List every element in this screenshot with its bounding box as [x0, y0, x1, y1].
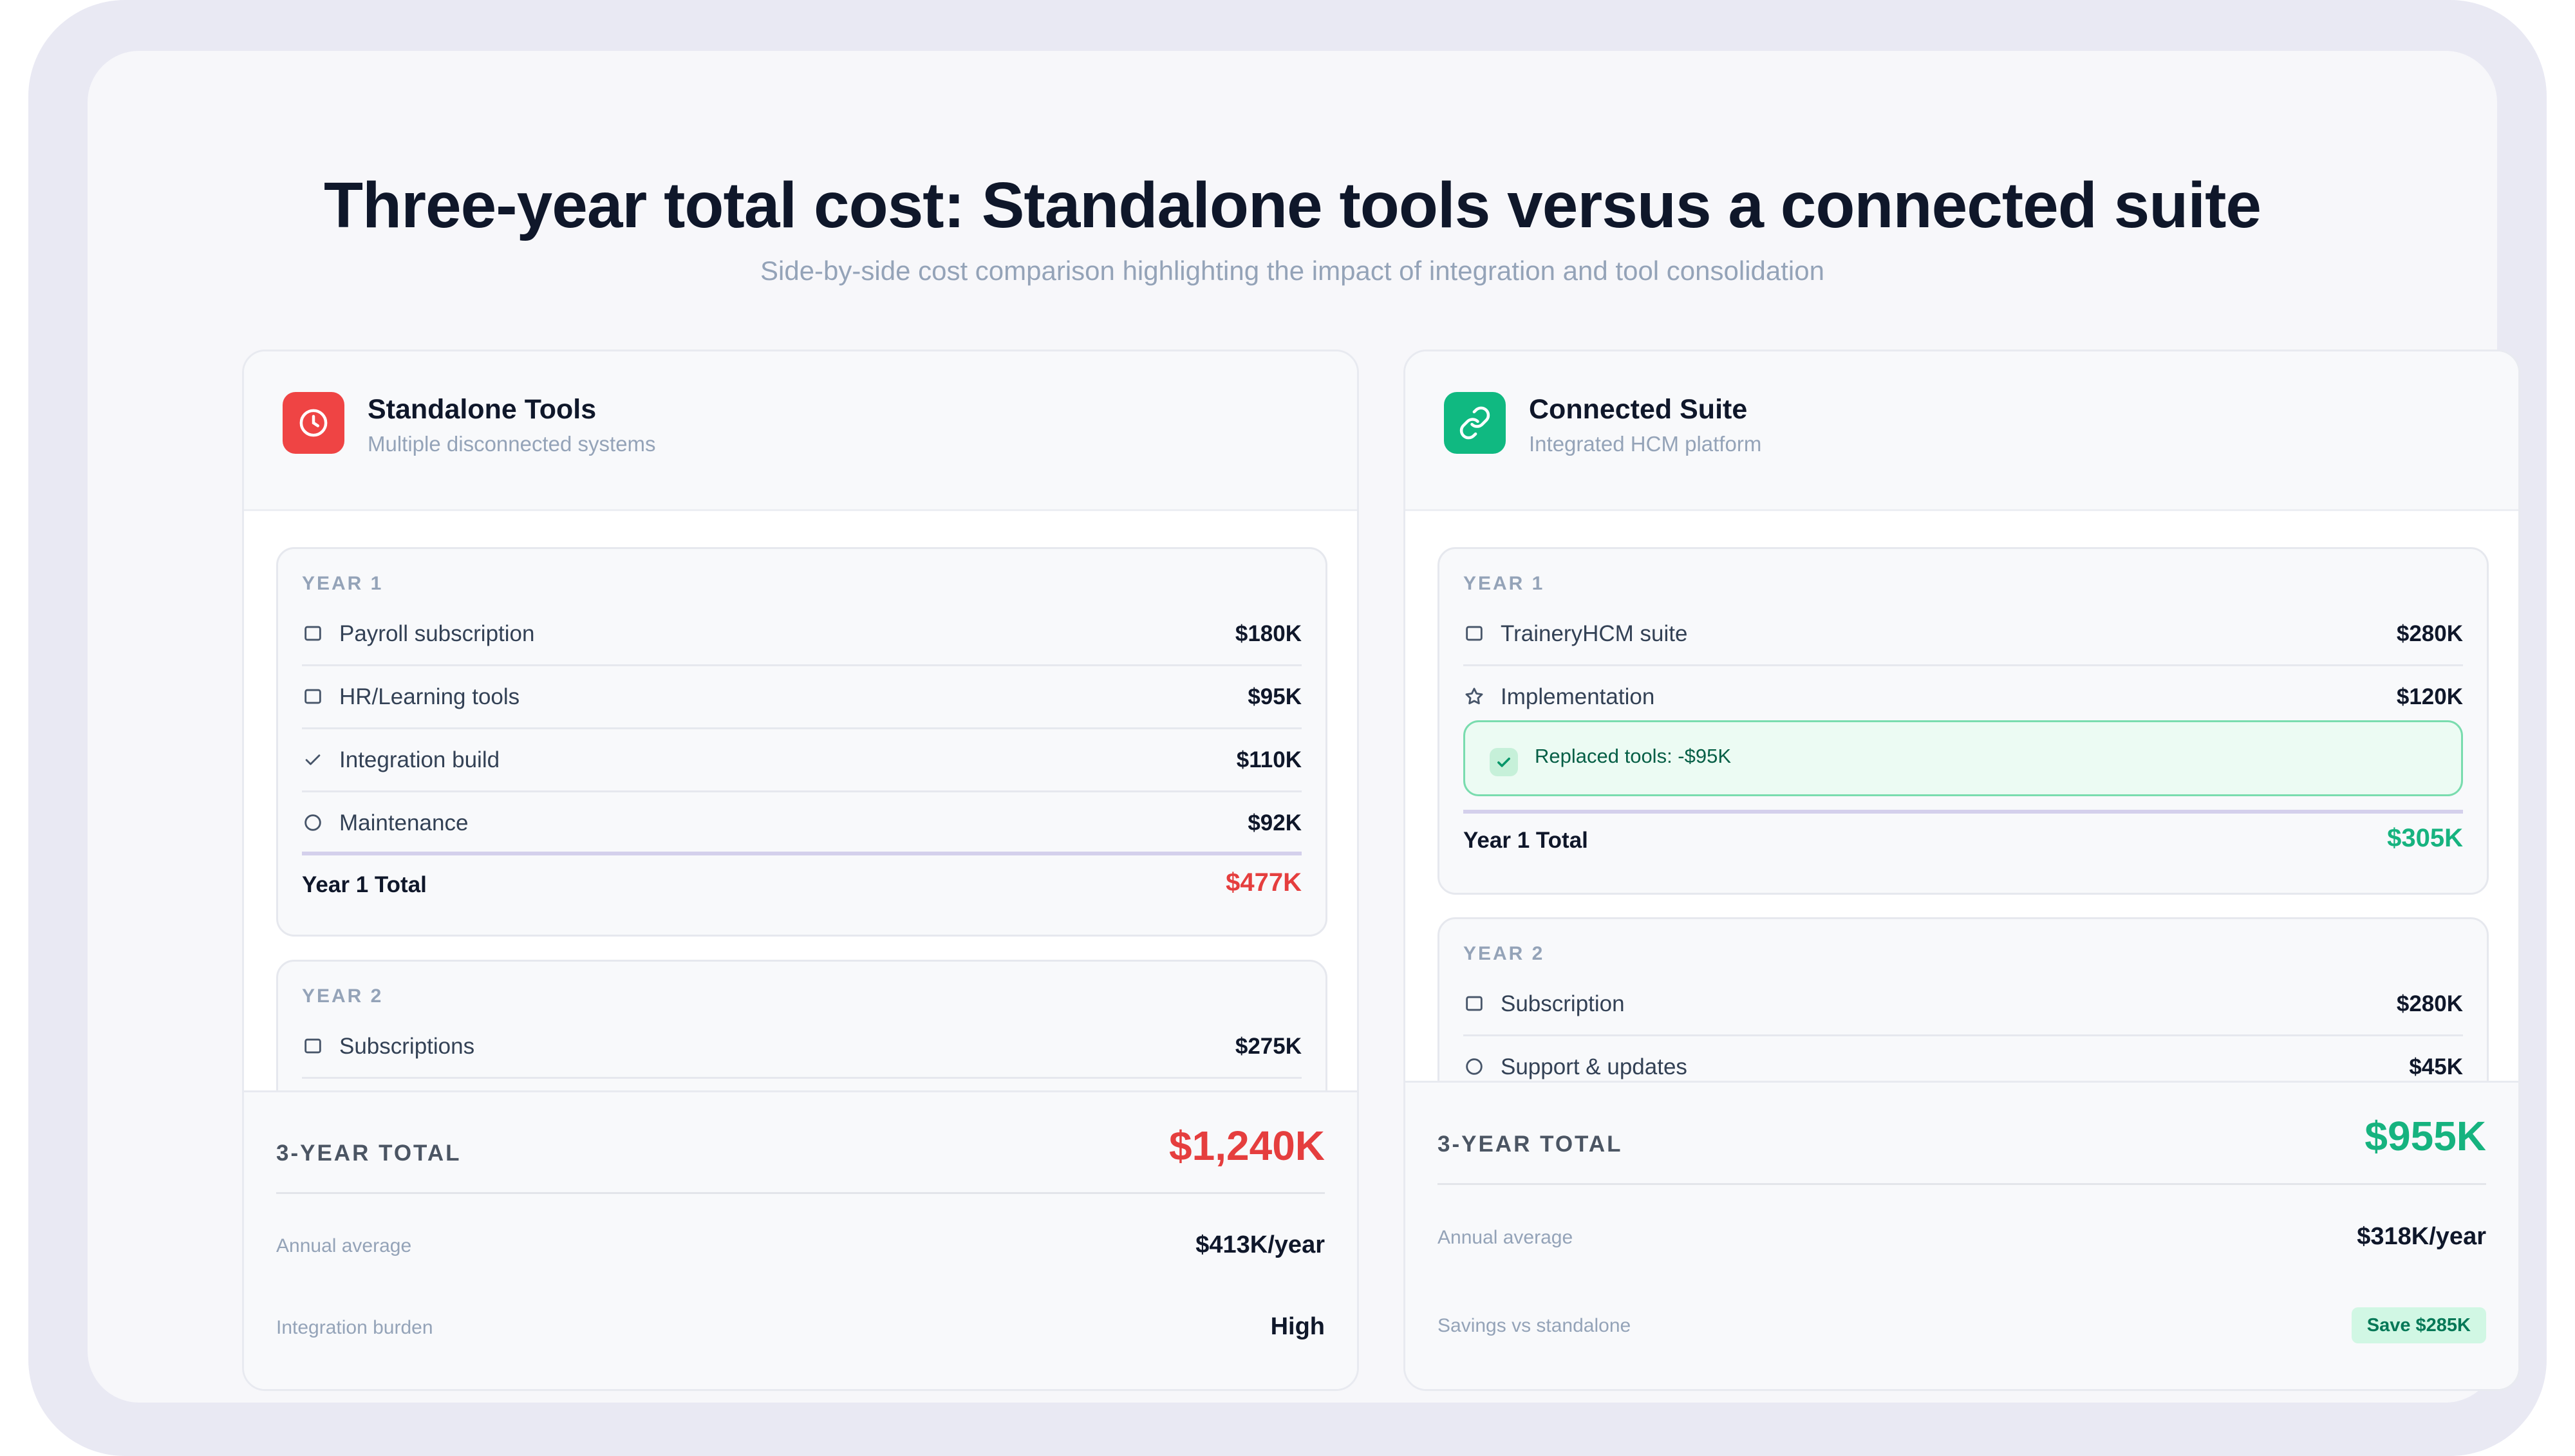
- check-icon: [302, 749, 324, 770]
- year-total-row: Year 1 Total $305K: [1463, 821, 2463, 866]
- standalone-year1-box: YEAR 1 Payroll subscription $180K HR/Lea…: [276, 547, 1327, 937]
- item-value: $280K: [2396, 991, 2463, 1016]
- list-item: HR/Learning tools $95K: [302, 666, 1302, 729]
- check-icon: [1490, 748, 1518, 776]
- year-total-label: Year 1 Total: [302, 872, 427, 897]
- suite-footer: 3-YEAR TOTAL $955K Annual average $318K/…: [1405, 1081, 2518, 1389]
- item-label: Support & updates: [1501, 1054, 1687, 1079]
- annual-average-label: Annual average: [1437, 1227, 1573, 1248]
- card-title: Connected Suite: [1529, 394, 1748, 425]
- savings-label: Savings vs standalone: [1437, 1315, 1631, 1336]
- circle-icon: [1463, 1056, 1485, 1078]
- square-icon: [1463, 622, 1485, 644]
- circle-icon: [302, 812, 324, 834]
- callout-text: Replaced tools: -$95K: [1535, 745, 1732, 767]
- standalone-card: Standalone Tools Multiple disconnected s…: [242, 350, 1359, 1391]
- list-item: Integration build $110K: [302, 729, 1302, 792]
- item-value: $45K: [2409, 1054, 2463, 1079]
- item-label: Subscriptions: [339, 1034, 475, 1059]
- year-total-row: Year 1 Total $477K: [302, 866, 1302, 911]
- three-year-total-label: 3-YEAR TOTAL: [1437, 1132, 1623, 1157]
- year-label: YEAR 1: [302, 573, 384, 594]
- list-item: Subscription $280K: [1463, 973, 2463, 1036]
- integration-burden-label: Integration burden: [276, 1317, 433, 1338]
- suite-card: Connected Suite Integrated HCM platform …: [1403, 350, 2520, 1391]
- item-value: $120K: [2396, 684, 2463, 709]
- square-icon: [1463, 993, 1485, 1014]
- three-year-total-value: $955K: [2364, 1113, 2486, 1159]
- item-value: $95K: [1248, 684, 1302, 709]
- suite-card-header: Connected Suite Integrated HCM platform: [1405, 351, 2518, 511]
- item-label: Integration build: [339, 747, 500, 772]
- year-label: YEAR 1: [1463, 573, 1545, 594]
- total-divider: [1463, 810, 2463, 814]
- annual-average-value: $413K/year: [1195, 1231, 1325, 1258]
- footer-divider: [276, 1192, 1325, 1194]
- card-subtitle: Multiple disconnected systems: [368, 432, 656, 456]
- item-value: $110K: [1236, 747, 1302, 772]
- square-icon: [302, 686, 324, 707]
- square-icon: [302, 622, 324, 644]
- standalone-footer: 3-YEAR TOTAL $1,240K Annual average $413…: [244, 1090, 1357, 1389]
- three-year-total-value: $1,240K: [1169, 1123, 1325, 1169]
- item-label: Implementation: [1501, 684, 1655, 709]
- card-subtitle: Integrated HCM platform: [1529, 432, 1762, 456]
- year-total-value: $477K: [1226, 868, 1302, 897]
- integration-burden-value: High: [1270, 1313, 1325, 1340]
- annual-average-label: Annual average: [276, 1235, 412, 1256]
- link-icon: [1444, 392, 1506, 454]
- footer-divider: [1437, 1183, 2486, 1185]
- suite-year1-box: YEAR 1 TraineryHCM suite $280K Implement…: [1437, 547, 2489, 895]
- item-label: Subscription: [1501, 991, 1625, 1016]
- item-label: HR/Learning tools: [339, 684, 520, 709]
- item-value: $180K: [1235, 621, 1302, 646]
- star-icon: [1463, 686, 1485, 707]
- square-icon: [302, 1035, 324, 1057]
- year-total-value: $305K: [2387, 824, 2463, 852]
- savings-badge: Save $285K: [2351, 1307, 2486, 1343]
- list-item: Subscriptions $275K: [302, 1016, 1302, 1079]
- page-subtitle: Side-by-side cost comparison highlightin…: [760, 256, 1824, 286]
- clock-icon: [283, 392, 344, 454]
- list-item: Maintenance $92K: [302, 792, 1302, 855]
- standalone-card-header: Standalone Tools Multiple disconnected s…: [244, 351, 1357, 511]
- item-value: $92K: [1248, 810, 1302, 835]
- main-panel: Three-year total cost: Standalone tools …: [88, 51, 2520, 1403]
- list-item: TraineryHCM suite $280K: [1463, 603, 2463, 666]
- item-label: TraineryHCM suite: [1501, 621, 1688, 646]
- three-year-total-label: 3-YEAR TOTAL: [276, 1141, 462, 1166]
- item-label: Maintenance: [339, 810, 469, 835]
- card-title: Standalone Tools: [368, 394, 597, 425]
- item-value: $275K: [1235, 1034, 1302, 1059]
- replaced-tools-callout: Replaced tools: -$95K: [1463, 720, 2463, 796]
- item-label: Payroll subscription: [339, 621, 535, 646]
- year-label: YEAR 2: [302, 985, 384, 1007]
- year-label: YEAR 2: [1463, 943, 1545, 964]
- year-total-label: Year 1 Total: [1463, 828, 1588, 853]
- annual-average-value: $318K/year: [2357, 1223, 2486, 1250]
- list-item: Payroll subscription $180K: [302, 603, 1302, 666]
- page-title: Three-year total cost: Standalone tools …: [323, 169, 2261, 241]
- item-value: $280K: [2396, 621, 2463, 646]
